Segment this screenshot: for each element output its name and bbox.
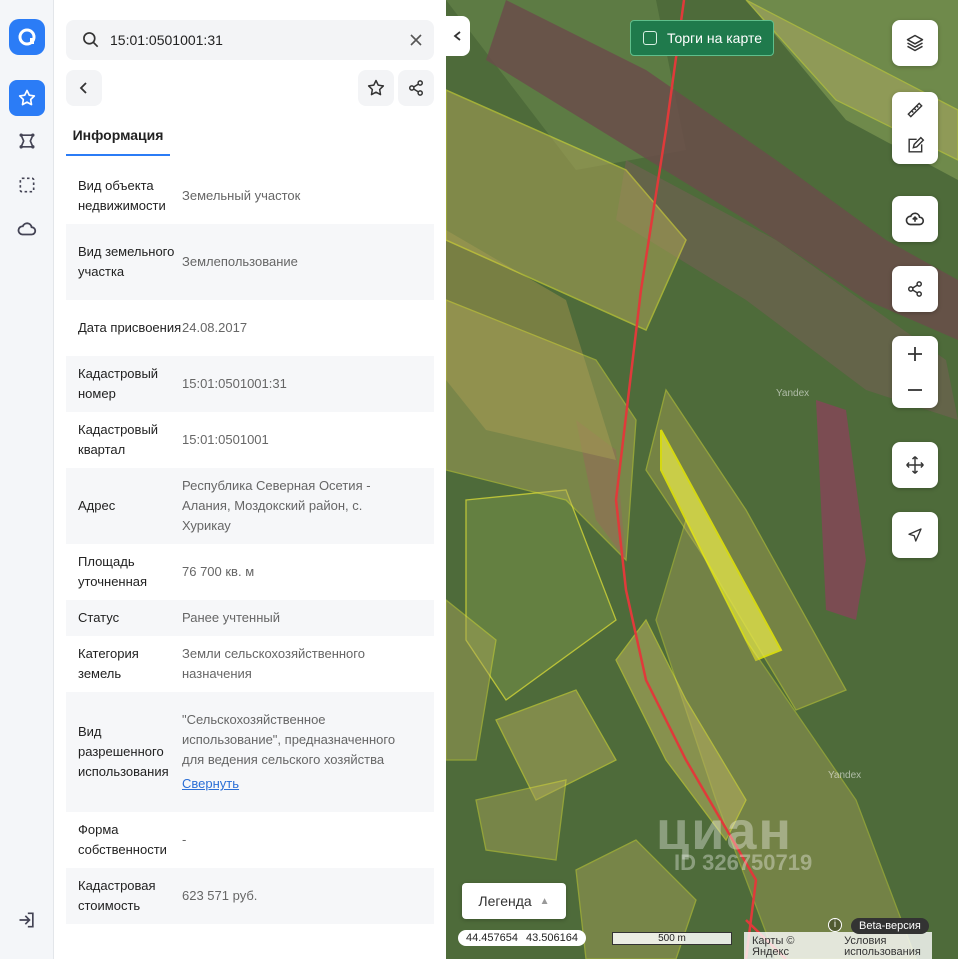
- satellite-map[interactable]: Торги на карте Yandex Yandex циан ID 326…: [446, 0, 958, 959]
- clear-search-icon[interactable]: [406, 30, 426, 50]
- row-value: Земельный участок: [182, 188, 301, 203]
- scale-bar: 500 m: [612, 932, 732, 945]
- row-value: "Сельскохозяйственное использование", пр…: [182, 710, 422, 794]
- map-share-button[interactable]: [892, 266, 938, 312]
- row-key: Дата присвоения: [78, 320, 182, 335]
- ruler-icon[interactable]: [892, 92, 938, 128]
- search-input[interactable]: [110, 32, 390, 48]
- layers-button[interactable]: [892, 20, 938, 66]
- torgi-label: Торги на карте: [667, 30, 762, 46]
- row-value: 24.08.2017: [182, 320, 248, 335]
- measure-edit-group: [892, 92, 938, 164]
- torgi-checkbox[interactable]: [643, 31, 657, 45]
- edit-icon[interactable]: [892, 128, 938, 164]
- pan-button[interactable]: [892, 442, 938, 488]
- share-button[interactable]: [398, 70, 434, 106]
- torgi-toggle[interactable]: Торги на карте: [630, 20, 774, 56]
- row-value: 76 700 кв. м: [182, 564, 255, 579]
- polygon-tool-icon[interactable]: [9, 123, 45, 159]
- table-row: Кадастровый квартал 15:01:0501001: [66, 412, 434, 468]
- navigation-arrow-icon[interactable]: [892, 512, 938, 558]
- info-panel: Информация Вид объекта недвижимости Земел…: [54, 0, 446, 959]
- row-key: Кадастровый номер: [78, 366, 159, 401]
- row-key: Вид объекта недвижимости: [78, 178, 166, 213]
- cloud-upload-icon[interactable]: [892, 196, 938, 242]
- attrib-maps[interactable]: Карты © Яндекс: [752, 936, 814, 958]
- table-row: Вид земельного участка Землепользование: [66, 224, 434, 300]
- row-key: Кадастровая стоимость: [78, 878, 156, 913]
- area-select-icon[interactable]: [9, 167, 45, 203]
- map-attribution: Карты © Яндекс Условия использования: [744, 932, 932, 959]
- row-key: Кадастровый квартал: [78, 422, 159, 457]
- row-value: 15:01:0501001: [182, 432, 269, 447]
- row-key: Площадь уточненная: [78, 554, 148, 589]
- legend-button[interactable]: Легенда ▲: [462, 883, 566, 919]
- coord-lat: 44.457654: [466, 932, 518, 944]
- collapse-link[interactable]: Свернуть: [182, 774, 412, 794]
- beta-badge: Beta-версия: [851, 918, 929, 934]
- row-value: 623 571 руб.: [182, 888, 258, 903]
- upload-button[interactable]: [892, 196, 938, 242]
- row-key: Категория земель: [78, 646, 139, 681]
- table-row: Статус Ранее учтенный: [66, 600, 434, 636]
- table-row: Категория земель Земли сельскохозяйственн…: [66, 636, 434, 692]
- table-row: Дата присвоения 24.08.2017: [66, 300, 434, 356]
- geolocation-button[interactable]: [892, 512, 938, 558]
- row-value: -: [182, 832, 187, 847]
- search-icon: [72, 20, 110, 60]
- search-bar: [66, 20, 434, 60]
- row-value: Ранее учтенный: [182, 610, 280, 625]
- row-value: Землепользование: [182, 254, 298, 269]
- layers-icon[interactable]: [892, 20, 938, 66]
- table-row: Адрес Республика Северная Осетия - Алания…: [66, 468, 434, 544]
- table-row: Вид объекта недвижимости Земельный участо…: [66, 168, 434, 224]
- share-icon[interactable]: [892, 266, 938, 312]
- coordinates-readout: 44.457654 43.506164: [458, 930, 586, 946]
- row-value: 15:01:0501001:31: [182, 376, 287, 391]
- favorites-star-icon[interactable]: [9, 80, 45, 116]
- info-icon[interactable]: i: [828, 918, 842, 932]
- chevron-up-icon: ▲: [539, 895, 550, 907]
- table-row: Кадастровая стоимость 623 571 руб.: [66, 868, 434, 924]
- row-value: Республика Северная Осетия - Алания, Моз…: [182, 478, 371, 533]
- cloud-icon[interactable]: [9, 211, 45, 247]
- info-table: Вид объекта недвижимости Земельный участо…: [66, 168, 434, 924]
- yandex-mark: Yandex: [828, 770, 862, 781]
- row-key: Вид земельного участка: [78, 244, 175, 279]
- table-row: Кадастровый номер 15:01:0501001:31: [66, 356, 434, 412]
- row-key: Форма собственности: [78, 822, 167, 857]
- zoom-in-icon[interactable]: [892, 336, 938, 372]
- attrib-terms[interactable]: Условия использования: [844, 936, 924, 958]
- row-key: Вид разрешенного использования: [78, 724, 169, 779]
- move-arrows-icon[interactable]: [892, 442, 938, 488]
- zoom-controls: [892, 336, 938, 408]
- tab-information[interactable]: Информация: [66, 122, 170, 156]
- app-logo-icon[interactable]: [9, 19, 45, 55]
- collapse-panel-button[interactable]: [446, 16, 470, 56]
- table-row: Вид разрешенного использования "Сельскохо…: [66, 692, 434, 812]
- zoom-out-icon[interactable]: [892, 372, 938, 408]
- back-button[interactable]: [66, 70, 102, 106]
- row-key: Адрес: [78, 498, 116, 513]
- coord-lon: 43.506164: [526, 932, 578, 944]
- row-value-text: "Сельскохозяйственное использование", пр…: [182, 712, 396, 767]
- favorite-star-button[interactable]: [358, 70, 394, 106]
- legend-label: Легенда: [478, 893, 532, 909]
- row-value: Земли сельскохозяйственного назначения: [182, 646, 365, 681]
- table-row: Площадь уточненная 76 700 кв. м: [66, 544, 434, 600]
- row-key: Статус: [78, 610, 120, 625]
- watermark-id: ID 326750719: [674, 850, 813, 875]
- table-row: Форма собственности -: [66, 812, 434, 868]
- yandex-mark: Yandex: [776, 388, 810, 399]
- left-rail: [0, 0, 54, 959]
- login-icon[interactable]: [9, 902, 45, 938]
